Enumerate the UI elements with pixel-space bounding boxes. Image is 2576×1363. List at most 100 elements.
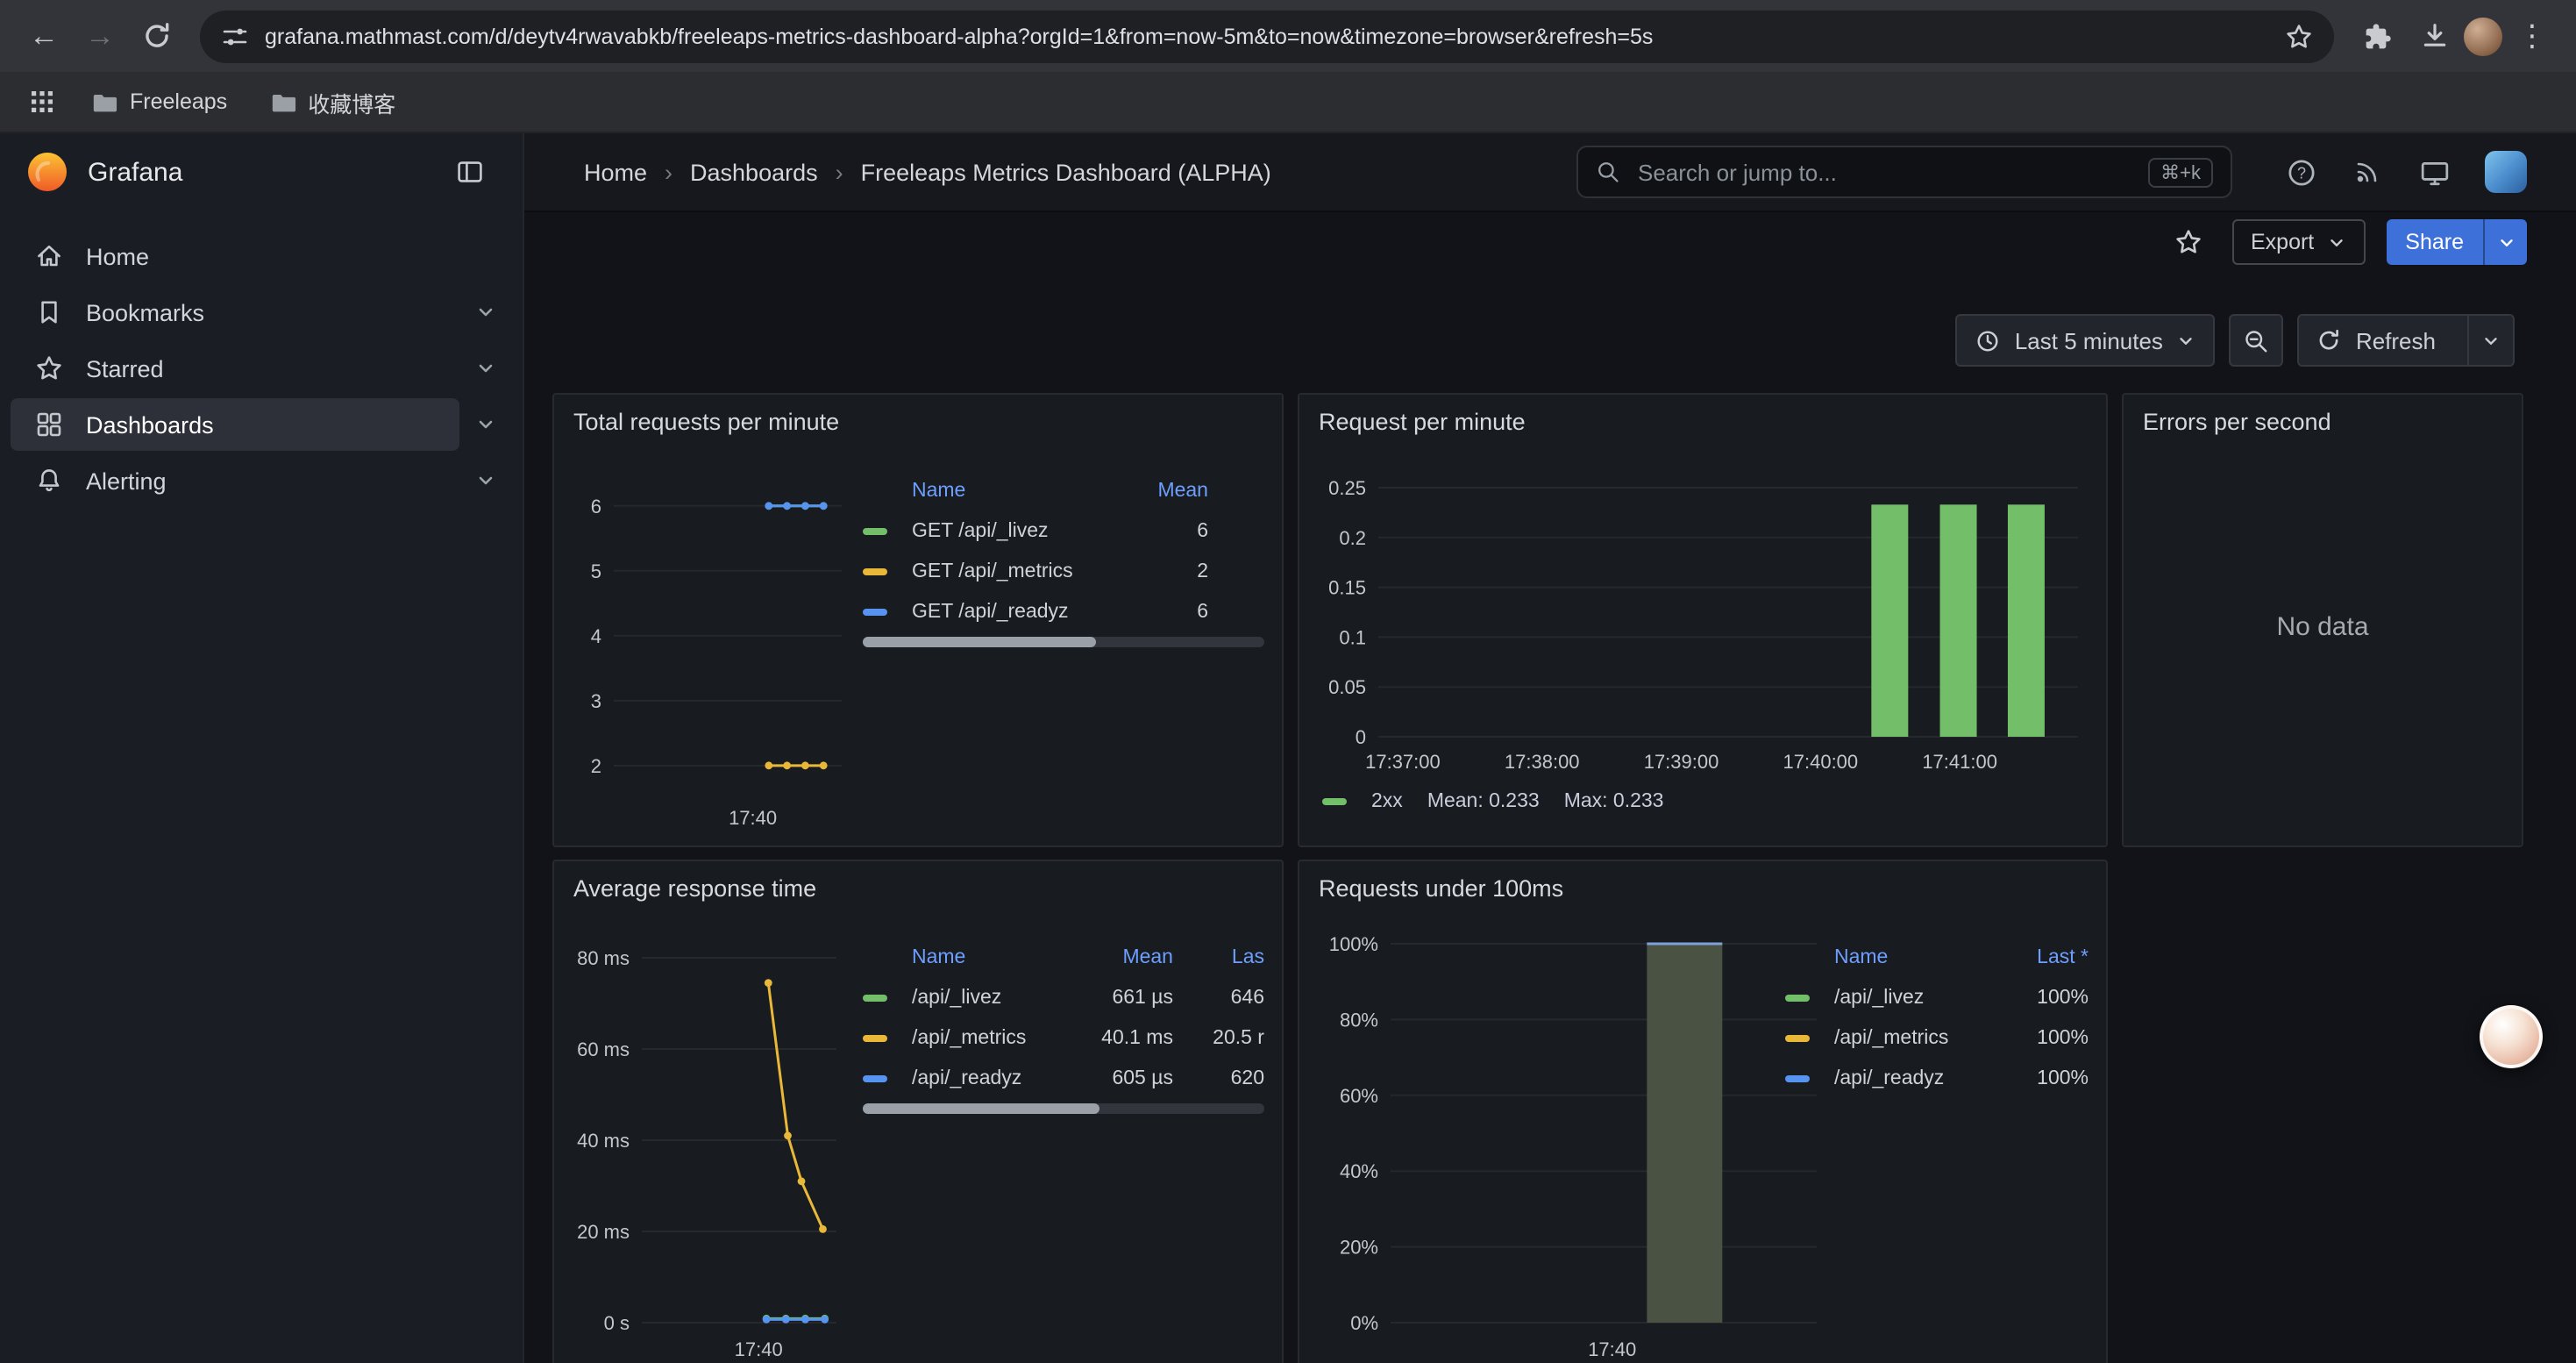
- sidebar-item-label: Bookmarks: [86, 299, 204, 325]
- bookmark-item-blog[interactable]: 收藏博客: [255, 80, 409, 124]
- favorite-star-icon[interactable]: [2165, 219, 2210, 265]
- legend-value: 661 µs: [1071, 987, 1173, 1008]
- legend-series-name[interactable]: GET /api/_livez: [912, 520, 1089, 541]
- legend-stats[interactable]: 2xxMean: 0.233Max: 0.233: [1322, 791, 1664, 812]
- rss-icon[interactable]: [2352, 156, 2383, 188]
- legend-column-header[interactable]: Name: [912, 947, 1061, 968]
- sidebar-item-dashboards[interactable]: Dashboards: [11, 396, 512, 453]
- sidebar-item-label: Home: [86, 243, 149, 269]
- sidebar-item-alerting[interactable]: Alerting: [11, 453, 512, 509]
- legend-row[interactable]: GET /api/_livez6: [863, 510, 1208, 551]
- bookmark-star-icon[interactable]: [2285, 22, 2313, 50]
- chevron-down-icon[interactable]: [459, 454, 512, 507]
- legend-series-name[interactable]: /api/_readyz: [912, 1067, 1061, 1088]
- legend-column-header[interactable]: Last *: [1997, 947, 2089, 968]
- forward-icon[interactable]: →: [74, 10, 126, 62]
- chart-canvas[interactable]: 0.250.20.150.10.05017:37:0017:38:0017:39…: [1299, 395, 2106, 846]
- legend-series-name[interactable]: /api/_metrics: [912, 1027, 1061, 1048]
- monitor-icon[interactable]: [2418, 156, 2450, 188]
- search-bar[interactable]: ⌘+k: [1576, 146, 2232, 198]
- legend-table: Name Last * /api/_livez 100% /api/_metrics 10…: [1785, 938, 2089, 1098]
- bookmarks-bar: Freeleaps 收藏博客: [0, 72, 2576, 133]
- legend-series-name[interactable]: /api/_metrics: [1834, 1027, 1987, 1048]
- sidebar-item-bookmarks[interactable]: Bookmarks: [11, 284, 512, 340]
- browser-menu-icon[interactable]: ⋮: [2506, 10, 2558, 62]
- search-input[interactable]: [1634, 157, 2134, 187]
- breadcrumb-dashboards[interactable]: Dashboards: [690, 159, 818, 185]
- bookmark-item-freeleaps[interactable]: Freeleaps: [77, 83, 241, 120]
- svg-text:20 ms: 20 ms: [577, 1221, 630, 1243]
- sidebar-item-home[interactable]: Home: [11, 228, 512, 284]
- legend-value: 40.1 ms: [1071, 1027, 1173, 1048]
- chart-canvas[interactable]: 6543217:40NameMeanGET /api/_livez6GET /a…: [554, 395, 1282, 846]
- help-icon[interactable]: ?: [2285, 156, 2316, 188]
- legend-scrollbar[interactable]: [863, 637, 1264, 647]
- svg-text:4: 4: [591, 625, 601, 647]
- svg-text:0%: 0%: [1350, 1312, 1378, 1334]
- legend-series-name[interactable]: 2xx: [1371, 791, 1403, 812]
- user-avatar[interactable]: [2485, 151, 2527, 193]
- svg-text:60 ms: 60 ms: [577, 1038, 630, 1060]
- reload-icon[interactable]: [130, 10, 182, 62]
- legend-row[interactable]: /api/_livez 100%: [1785, 977, 2089, 1017]
- export-button[interactable]: Export: [2231, 219, 2365, 265]
- chevron-down-icon[interactable]: [459, 398, 512, 451]
- svg-text:60%: 60%: [1340, 1085, 1378, 1107]
- legend-column-header[interactable]: Mean: [1071, 947, 1173, 968]
- legend-row[interactable]: GET /api/_readyz6: [863, 591, 1208, 632]
- sidebar-nav: Home Bookmarks Starred: [0, 211, 523, 509]
- legend-column-header[interactable]: Mean: [1099, 481, 1208, 502]
- legend-column-header[interactable]: Las: [1184, 947, 1264, 968]
- legend-row[interactable]: /api/_livez661 µs646: [863, 977, 1264, 1017]
- assistant-avatar-overlay[interactable]: [2480, 1005, 2543, 1068]
- time-range-picker[interactable]: Last 5 minutes: [1955, 314, 2216, 367]
- svg-text:17:41:00: 17:41:00: [1922, 751, 1997, 773]
- legend-column-header[interactable]: Name: [912, 481, 1089, 502]
- legend-row[interactable]: GET /api/_metrics2: [863, 551, 1208, 591]
- legend-scrollbar[interactable]: [863, 1103, 1264, 1114]
- legend-column-header[interactable]: Name: [1834, 947, 1987, 968]
- legend-value: 100%: [1997, 987, 2089, 1008]
- legend-series-name[interactable]: GET /api/_readyz: [912, 601, 1089, 622]
- chevron-down-icon[interactable]: [459, 342, 512, 395]
- share-button[interactable]: Share: [2386, 219, 2527, 265]
- legend-row[interactable]: /api/_readyz100%: [1785, 1058, 2089, 1098]
- legend-value: 100%: [1997, 1027, 2089, 1048]
- svg-text:17:39:00: 17:39:00: [1644, 751, 1719, 773]
- chart-canvas[interactable]: 80 ms60 ms40 ms20 ms0 s17:40NameMeanLas/…: [554, 861, 1282, 1363]
- zoom-out-button[interactable]: [2230, 314, 2284, 367]
- export-label: Export: [2251, 230, 2314, 254]
- browser-profile-avatar[interactable]: [2464, 17, 2502, 55]
- sidebar-item-label: Starred: [86, 355, 164, 382]
- legend-series-name[interactable]: /api/_readyz: [1834, 1067, 1987, 1088]
- chevron-down-icon[interactable]: [459, 286, 512, 339]
- chart-canvas[interactable]: 100%80%60%40%20%0%17:40NameLast */api/_l…: [1299, 861, 2106, 1363]
- legend-series-name[interactable]: /api/_livez: [912, 987, 1061, 1008]
- dock-menu-icon[interactable]: [445, 147, 495, 196]
- sidebar-item-starred[interactable]: Starred: [11, 340, 512, 396]
- legend-row[interactable]: /api/_metrics 100%: [1785, 1017, 2089, 1058]
- legend-series-name[interactable]: GET /api/_metrics: [912, 560, 1089, 582]
- extensions-icon[interactable]: [2352, 10, 2404, 62]
- grafana-logo[interactable]: [25, 149, 70, 195]
- brand-title: Grafana: [88, 157, 182, 187]
- legend-row[interactable]: /api/_readyz605 µs620: [863, 1058, 1264, 1098]
- breadcrumb-home[interactable]: Home: [584, 159, 647, 185]
- refresh-button[interactable]: Refresh: [2298, 314, 2515, 367]
- share-chevron-button[interactable]: [2483, 219, 2527, 265]
- panel-title[interactable]: Errors per second: [2124, 395, 2522, 435]
- share-label: Share: [2386, 230, 2483, 254]
- svg-text:0.25: 0.25: [1328, 477, 1366, 499]
- legend-row[interactable]: /api/_metrics40.1 ms20.5 r: [863, 1017, 1264, 1058]
- apps-grid-icon[interactable]: [21, 81, 63, 123]
- downloads-icon[interactable]: [2408, 10, 2460, 62]
- site-settings-icon[interactable]: [221, 22, 249, 50]
- breadcrumb-current: Freeleaps Metrics Dashboard (ALPHA): [861, 159, 1271, 185]
- svg-text:?: ?: [2296, 163, 2305, 181]
- chevron-down-icon: [2326, 232, 2345, 252]
- svg-text:100%: 100%: [1329, 933, 1378, 955]
- refresh-interval-chevron[interactable]: [2467, 316, 2513, 365]
- back-icon[interactable]: ←: [18, 10, 70, 62]
- legend-series-name[interactable]: /api/_livez: [1834, 987, 1987, 1008]
- address-bar[interactable]: grafana.mathmast.com/d/deytv4rwavabkb/fr…: [200, 10, 2334, 62]
